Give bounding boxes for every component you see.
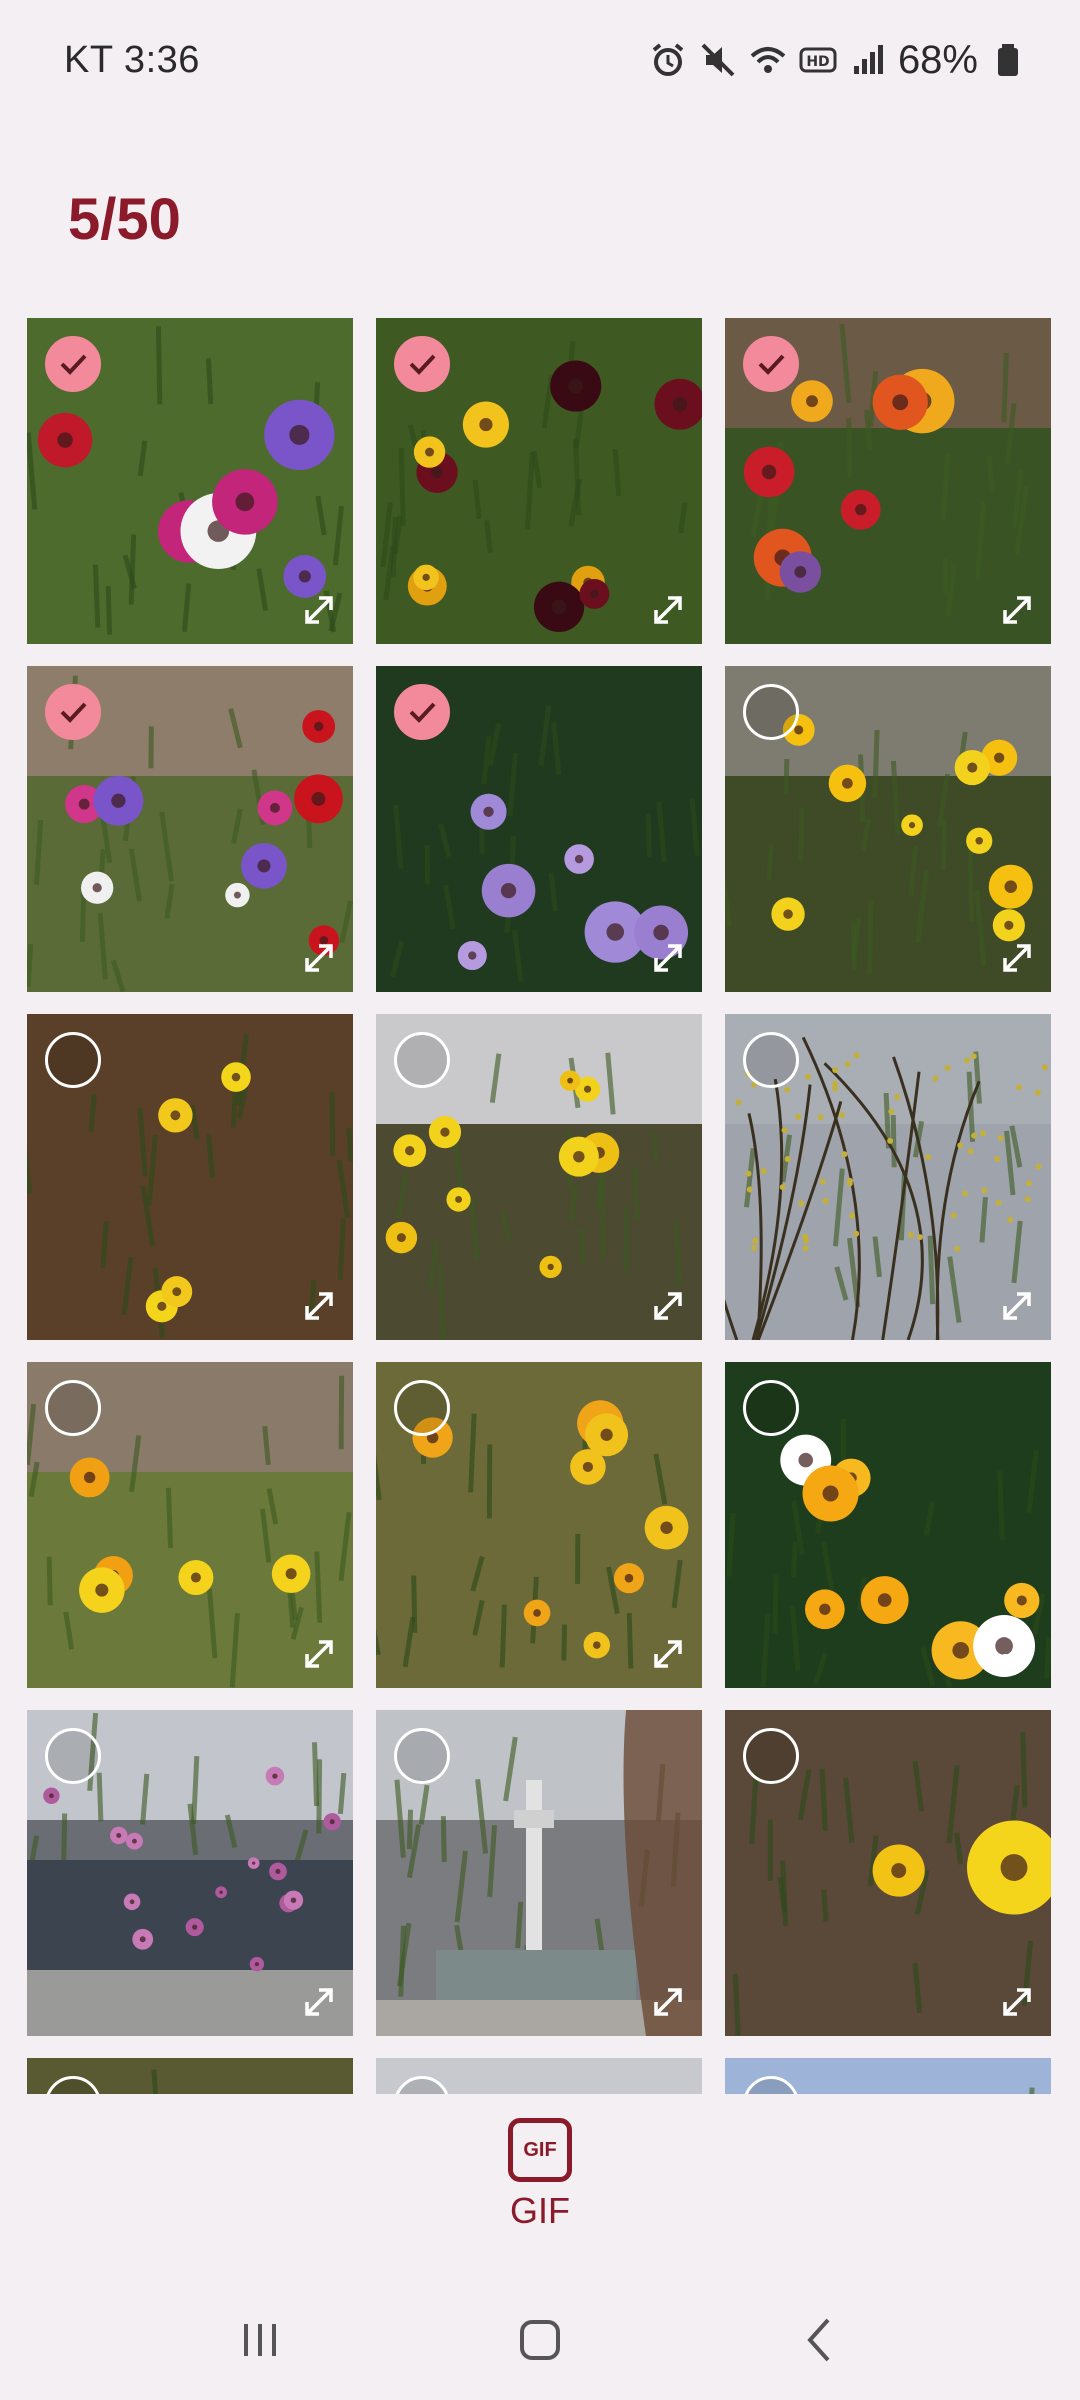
expand-icon xyxy=(305,1292,333,1320)
expand-preview-button[interactable] xyxy=(993,1978,1041,2026)
mute-icon xyxy=(698,40,738,80)
photo-thumbnail[interactable] xyxy=(27,1362,353,1688)
expand-icon xyxy=(305,1988,333,2016)
status-icons: HD 68% xyxy=(648,38,1028,83)
unselected-checkbox[interactable] xyxy=(45,1380,101,1436)
expand-icon xyxy=(654,596,682,624)
selected-checkbox[interactable] xyxy=(45,684,101,740)
gif-label: GIF xyxy=(510,2190,570,2231)
photo-thumbnail[interactable] xyxy=(376,1362,702,1688)
expand-icon xyxy=(305,596,333,624)
expand-icon xyxy=(305,1640,333,1668)
unselected-checkbox[interactable] xyxy=(743,1728,799,1784)
expand-icon xyxy=(1003,1988,1031,2016)
make-gif-button[interactable]: GIF GIF xyxy=(490,2118,590,2248)
back-icon xyxy=(807,2318,830,2362)
navigation-bar xyxy=(0,2280,1080,2400)
expand-preview-button[interactable] xyxy=(993,1282,1041,1330)
recents-button[interactable] xyxy=(220,2300,300,2380)
expand-icon xyxy=(654,1988,682,2016)
check-icon xyxy=(409,354,436,375)
expand-preview-button[interactable] xyxy=(295,1282,343,1330)
photo-thumbnail[interactable] xyxy=(376,1710,702,2036)
photo-thumbnail[interactable] xyxy=(27,2058,353,2094)
hd-icon: HD xyxy=(798,40,838,80)
expand-icon xyxy=(305,944,333,972)
gif-icon: GIF xyxy=(508,2118,572,2182)
expand-preview-button[interactable] xyxy=(644,1978,692,2026)
check-icon xyxy=(60,702,87,723)
photo-grid-viewport[interactable] xyxy=(0,318,1080,2094)
photo-thumbnail[interactable] xyxy=(27,666,353,992)
photo-thumbnail[interactable] xyxy=(27,318,353,644)
check-icon xyxy=(409,702,436,723)
expand-preview-button[interactable] xyxy=(295,1630,343,1678)
photo-thumbnail[interactable] xyxy=(376,2058,702,2094)
photo-thumbnail[interactable] xyxy=(725,318,1051,644)
wifi-icon xyxy=(748,40,788,80)
unselected-checkbox[interactable] xyxy=(743,1380,799,1436)
status-bar: KT 3:36 HD 68% xyxy=(0,0,1080,120)
expand-preview-button[interactable] xyxy=(644,934,692,982)
unselected-checkbox[interactable] xyxy=(394,1728,450,1784)
unselected-checkbox[interactable] xyxy=(743,1032,799,1088)
signal-icon xyxy=(848,40,888,80)
selected-checkbox[interactable] xyxy=(394,336,450,392)
expand-icon xyxy=(654,944,682,972)
expand-preview-button[interactable] xyxy=(644,1630,692,1678)
expand-icon xyxy=(654,1292,682,1320)
expand-preview-button[interactable] xyxy=(993,934,1041,982)
home-icon xyxy=(520,2320,560,2360)
photo-thumbnail[interactable] xyxy=(27,1014,353,1340)
expand-preview-button[interactable] xyxy=(295,586,343,634)
selected-checkbox[interactable] xyxy=(394,684,450,740)
expand-preview-button[interactable] xyxy=(295,1978,343,2026)
expand-icon xyxy=(1003,1292,1031,1320)
check-icon xyxy=(60,354,87,375)
svg-text:HD: HD xyxy=(806,54,829,70)
alarm-icon xyxy=(648,40,688,80)
expand-preview-button[interactable] xyxy=(644,586,692,634)
expand-preview-button[interactable] xyxy=(993,586,1041,634)
home-button[interactable] xyxy=(500,2300,580,2380)
expand-icon xyxy=(1003,596,1031,624)
expand-preview-button[interactable] xyxy=(644,1282,692,1330)
carrier-time: KT 3:36 xyxy=(64,38,200,81)
photo-grid xyxy=(27,318,1051,2094)
expand-preview-button[interactable] xyxy=(993,1630,1041,1678)
unselected-checkbox[interactable] xyxy=(743,684,799,740)
back-button[interactable] xyxy=(780,2300,860,2380)
battery-percent: 68% xyxy=(897,37,978,82)
expand-icon xyxy=(1003,944,1031,972)
photo-thumbnail[interactable] xyxy=(376,318,702,644)
expand-icon xyxy=(1003,1640,1031,1668)
unselected-checkbox[interactable] xyxy=(394,1032,450,1088)
photo-thumbnail[interactable] xyxy=(376,1014,702,1340)
photo-thumbnail[interactable] xyxy=(725,1362,1051,1688)
unselected-checkbox[interactable] xyxy=(45,1728,101,1784)
photo-thumbnail[interactable] xyxy=(725,666,1051,992)
photo-thumbnail[interactable] xyxy=(27,1710,353,2036)
selected-checkbox[interactable] xyxy=(45,336,101,392)
selection-counter: 5/50 xyxy=(68,187,181,252)
photo-thumbnail[interactable] xyxy=(376,666,702,992)
battery-icon xyxy=(988,40,1028,80)
recents-icon xyxy=(244,2324,276,2356)
photo-thumbnail[interactable] xyxy=(725,1014,1051,1340)
selected-checkbox[interactable] xyxy=(743,336,799,392)
unselected-checkbox[interactable] xyxy=(394,1380,450,1436)
unselected-checkbox[interactable] xyxy=(45,1032,101,1088)
photo-thumbnail[interactable] xyxy=(725,1710,1051,2036)
check-icon xyxy=(758,354,785,375)
photo-thumbnail[interactable] xyxy=(725,2058,1051,2094)
expand-preview-button[interactable] xyxy=(295,934,343,982)
expand-icon xyxy=(654,1640,682,1668)
